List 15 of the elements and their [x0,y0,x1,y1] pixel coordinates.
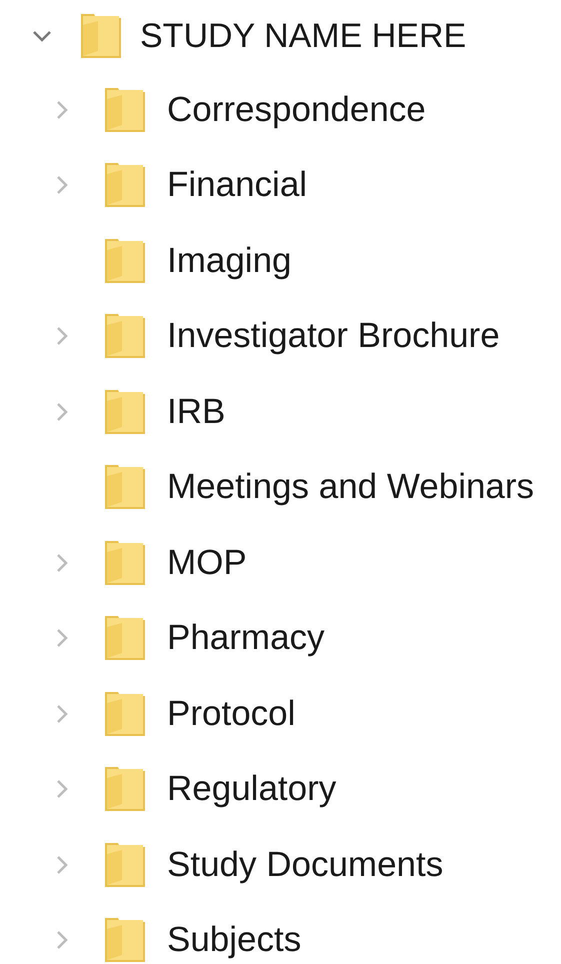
tree-item-label[interactable]: Subjects [167,914,302,964]
tree-item-label[interactable]: Study Documents [167,838,444,891]
tree-item-label[interactable]: Pharmacy [167,612,325,664]
tree-item-label[interactable]: IRB [167,386,226,438]
folder-icon [104,915,146,964]
tree-item-label[interactable]: MOP [167,536,247,589]
tree-item-label[interactable]: Imaging [167,234,292,287]
folder-icon [80,11,122,61]
tree-item-label[interactable]: Financial [167,159,308,212]
tree-item-label[interactable]: Meetings and Webinars [167,461,534,514]
tree-item-label[interactable]: STUDY NAME HERE [140,10,466,62]
tree-item-label[interactable]: Correspondence [167,84,426,136]
tree-item-label[interactable]: Protocol [167,688,296,740]
tree-item-label[interactable]: Regulatory [167,763,336,816]
tree-item-label[interactable]: Investigator Brochure [167,310,500,362]
